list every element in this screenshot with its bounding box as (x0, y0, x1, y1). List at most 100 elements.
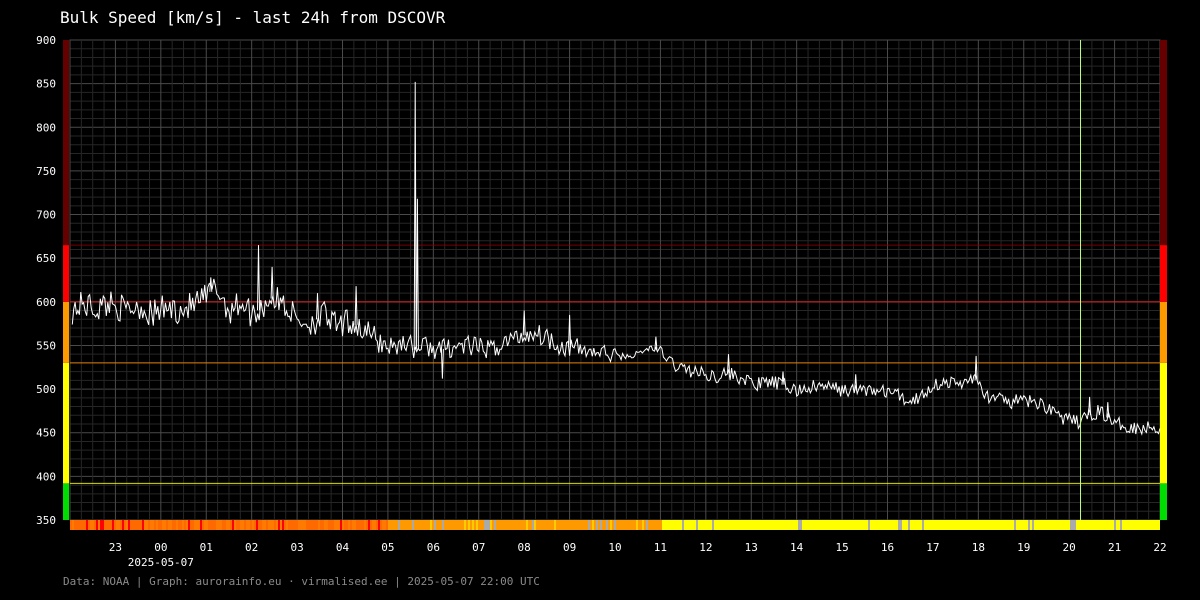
strip-segment (942, 520, 944, 530)
strip-segment (988, 520, 990, 530)
strip-segment (1018, 520, 1020, 530)
x-tick-label: 12 (699, 541, 712, 554)
strip-segment (794, 520, 796, 530)
strip-segment (914, 520, 916, 530)
strip-segment (832, 520, 834, 530)
strip-segment (1028, 520, 1030, 530)
strip-segment (1022, 520, 1024, 530)
strip-segment (130, 520, 132, 530)
strip-segment (312, 520, 314, 530)
strip-segment (164, 520, 166, 530)
strip-segment (278, 520, 280, 530)
strip-segment (590, 520, 592, 530)
strip-segment (1056, 520, 1058, 530)
strip-segment (674, 520, 676, 530)
strip-segment (790, 520, 792, 530)
strip-segment (180, 520, 182, 530)
strip-segment (1134, 520, 1136, 530)
x-tick-label: 13 (745, 541, 758, 554)
x-tick-label: 11 (654, 541, 667, 554)
strip-segment (138, 520, 140, 530)
strip-segment (874, 520, 876, 530)
strip-segment (900, 520, 902, 530)
strip-segment (476, 520, 478, 530)
strip-segment (1152, 520, 1154, 530)
strip-segment (844, 520, 846, 530)
strip-segment (864, 520, 866, 530)
x-tick-label: 08 (518, 541, 531, 554)
strip-segment (992, 520, 994, 530)
strip-segment (760, 520, 762, 530)
strip-segment (300, 520, 302, 530)
strip-segment (778, 520, 780, 530)
x-tick-label: 18 (972, 541, 985, 554)
strip-segment (242, 520, 244, 530)
strip-segment (1090, 520, 1092, 530)
strip-segment (752, 520, 754, 530)
strip-segment (860, 520, 862, 530)
strip-segment (732, 520, 734, 530)
strip-segment (552, 520, 554, 530)
strip-segment (680, 520, 682, 530)
level-band-left (63, 362, 69, 484)
strip-segment (904, 520, 906, 530)
strip-segment (428, 520, 430, 530)
strip-segment (266, 520, 268, 530)
strip-segment (248, 520, 250, 530)
strip-segment (292, 520, 294, 530)
strip-segment (124, 520, 126, 530)
strip-segment (246, 520, 248, 530)
strip-segment (106, 520, 108, 530)
level-band-right (1160, 245, 1167, 302)
strip-segment (162, 520, 164, 530)
strip-segment (842, 520, 844, 530)
strip-segment (506, 520, 508, 530)
strip-segment (770, 520, 772, 530)
strip-segment (876, 520, 878, 530)
strip-segment (968, 520, 970, 530)
strip-segment (558, 520, 560, 530)
strip-segment (342, 520, 344, 530)
strip-segment (764, 520, 766, 530)
strip-segment (536, 520, 538, 530)
strip-segment (238, 520, 240, 530)
strip-segment (478, 520, 480, 530)
strip-segment (1074, 520, 1076, 530)
strip-segment (334, 520, 336, 530)
strip-segment (664, 520, 666, 530)
footer-credits: Data: NOAA | Graph: aurorainfo.eu · virm… (63, 575, 540, 588)
strip-segment (782, 520, 784, 530)
strip-segment (378, 520, 380, 530)
strip-segment (426, 520, 428, 530)
strip-segment (1158, 520, 1160, 530)
strip-segment (672, 520, 674, 530)
strip-segment (450, 520, 452, 530)
strip-segment (796, 520, 798, 530)
strip-segment (466, 520, 468, 530)
strip-segment (798, 520, 800, 530)
strip-segment (692, 520, 694, 530)
strip-segment (472, 520, 474, 530)
strip-segment (1150, 520, 1152, 530)
strip-segment (1040, 520, 1042, 530)
strip-segment (444, 520, 446, 530)
strip-segment (1108, 520, 1110, 530)
x-tick-label: 16 (881, 541, 894, 554)
strip-segment (96, 520, 98, 530)
strip-segment (116, 520, 118, 530)
y-tick-label: 350 (36, 514, 56, 527)
strip-segment (274, 520, 276, 530)
x-tick-label: 21 (1108, 541, 1121, 554)
strip-segment (696, 520, 698, 530)
strip-segment (370, 520, 372, 530)
strip-segment (718, 520, 720, 530)
strip-segment (990, 520, 992, 530)
x-tick-label: 23 (109, 541, 122, 554)
strip-segment (1154, 520, 1156, 530)
y-tick-label: 750 (36, 165, 56, 178)
strip-segment (574, 520, 576, 530)
strip-segment (588, 520, 590, 530)
y-tick-label: 900 (36, 34, 56, 47)
strip-segment (1144, 520, 1146, 530)
strip-segment (394, 520, 396, 530)
